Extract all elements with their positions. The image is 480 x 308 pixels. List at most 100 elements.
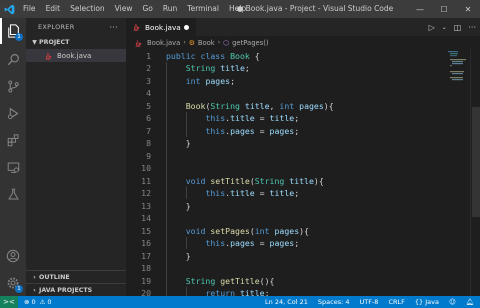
code-line[interactable]: 17 } bbox=[126, 250, 466, 263]
vscode-logo-icon bbox=[0, 0, 18, 18]
code-token: ; bbox=[230, 75, 236, 86]
code-line[interactable]: 13 } bbox=[126, 200, 466, 213]
code-token: } bbox=[166, 138, 191, 148]
code-line[interactable]: 15 void setPages(int pages){ bbox=[126, 225, 466, 238]
activity-bar: 1 1 bbox=[0, 18, 26, 296]
vertical-scrollbar[interactable] bbox=[470, 49, 480, 296]
code-token: (){ bbox=[259, 275, 275, 286]
editor-tab-bar: Book.java ▷ ⌄ ◫ ··· bbox=[126, 18, 480, 36]
explorer-title: EXPLORER bbox=[38, 23, 75, 31]
code-token: pages bbox=[299, 100, 324, 111]
encoding[interactable]: UTF-8 bbox=[359, 298, 378, 306]
minimap[interactable] bbox=[446, 49, 468, 296]
search-icon[interactable] bbox=[0, 46, 26, 72]
code-token: public bbox=[166, 50, 196, 61]
code-line[interactable]: 2 String title; bbox=[126, 62, 466, 75]
breadcrumb: Book.java › ⚙ Book › ⬡ getPages() bbox=[126, 36, 480, 49]
manage-gear-icon[interactable]: 1 bbox=[0, 270, 26, 296]
breadcrumb-class[interactable]: Book bbox=[198, 39, 215, 47]
code-line[interactable]: 3 int pages; bbox=[126, 75, 466, 88]
minimize-button[interactable]: — bbox=[408, 0, 432, 18]
code-line[interactable]: 7 this.pages = pages; bbox=[126, 125, 466, 138]
menu-help[interactable]: Help bbox=[224, 0, 251, 18]
remote-explorer-icon[interactable] bbox=[0, 154, 26, 180]
menu-go[interactable]: Go bbox=[137, 0, 157, 18]
feedback-icon[interactable]: ☺ bbox=[449, 298, 456, 306]
menu-selection[interactable]: Selection bbox=[65, 0, 110, 18]
more-actions-icon[interactable]: ··· bbox=[468, 23, 476, 32]
remote-indicator-icon[interactable]: >< bbox=[0, 296, 18, 308]
outline-section-header[interactable]: › OUTLINE bbox=[26, 270, 126, 283]
code-line[interactable]: 1 public class Book { bbox=[126, 50, 466, 63]
menu-file[interactable]: File bbox=[18, 0, 41, 18]
code-token: pages bbox=[269, 125, 295, 136]
code-line[interactable]: 6 this.title = title; bbox=[126, 112, 466, 125]
accounts-icon[interactable] bbox=[0, 243, 26, 269]
file-item-book-java[interactable]: Book.java bbox=[26, 49, 126, 62]
menu-run[interactable]: Run bbox=[158, 0, 182, 18]
tab-book-java[interactable]: Book.java bbox=[126, 18, 196, 36]
project-section-header[interactable]: ▼ PROJECT bbox=[26, 36, 126, 49]
code-line[interactable]: 16 this.pages = pages; bbox=[126, 237, 466, 250]
line-number: 11 bbox=[141, 175, 151, 186]
code-token: String bbox=[254, 175, 285, 186]
code-token: Book bbox=[185, 100, 206, 111]
notifications-bell-icon[interactable]: 🔔︎ bbox=[466, 298, 474, 306]
run-debug-icon[interactable] bbox=[0, 100, 26, 126]
breadcrumb-file[interactable]: Book.java bbox=[147, 39, 180, 47]
run-icon[interactable]: ▷ bbox=[429, 23, 435, 32]
code-line[interactable]: 18 bbox=[126, 262, 466, 275]
menu-terminal[interactable]: Terminal bbox=[182, 0, 224, 18]
extensions-icon[interactable] bbox=[0, 127, 26, 153]
java-projects-label: JAVA PROJECTS bbox=[39, 286, 93, 294]
explorer-icon[interactable]: 1 bbox=[0, 18, 26, 44]
code-token: title bbox=[230, 113, 255, 123]
breadcrumb-method[interactable]: getPages() bbox=[232, 39, 268, 47]
indentation[interactable]: Spaces: 4 bbox=[318, 298, 350, 306]
code-editor[interactable]: 1 public class Book {2 String title; 3 int… bbox=[126, 49, 480, 296]
testing-icon[interactable] bbox=[0, 181, 26, 207]
code-line[interactable]: 8 } bbox=[126, 137, 466, 150]
line-number: 19 bbox=[141, 275, 151, 286]
code-line[interactable]: 9 bbox=[126, 150, 466, 163]
file-label: Book.java bbox=[57, 51, 92, 60]
java-projects-section-header[interactable]: › JAVA PROJECTS bbox=[26, 283, 126, 296]
line-number: 12 bbox=[141, 188, 151, 198]
maximize-button[interactable]: ☐ bbox=[432, 0, 456, 18]
status-bar: >< ⊗ 0 ⚠ 0 Ln 24, Col 21 Spaces: 4 UTF-8… bbox=[0, 296, 480, 308]
more-actions-icon[interactable]: ··· bbox=[109, 23, 118, 32]
code-token: int bbox=[254, 225, 270, 236]
line-ending[interactable]: CRLF bbox=[388, 298, 404, 306]
run-dropdown-icon[interactable]: ⌄ bbox=[442, 24, 447, 31]
code-text: } bbox=[166, 200, 191, 213]
scrollbar-thumb[interactable] bbox=[472, 107, 480, 217]
code-token: ; bbox=[294, 188, 300, 198]
problems-indicator[interactable]: ⊗ 0 ⚠ 0 bbox=[18, 298, 52, 306]
code-text: return title; bbox=[166, 287, 269, 296]
close-button[interactable]: ✕ bbox=[456, 0, 480, 18]
code-token: = bbox=[254, 238, 270, 248]
code-line[interactable]: 4 bbox=[126, 87, 466, 100]
cursor-position[interactable]: Ln 24, Col 21 bbox=[265, 298, 308, 306]
code-line[interactable]: 20 return title; bbox=[126, 287, 466, 296]
source-control-icon[interactable] bbox=[0, 73, 26, 99]
code-token: pages bbox=[269, 238, 295, 248]
code-token: title bbox=[269, 113, 295, 123]
code-line[interactable]: 10 bbox=[126, 162, 466, 175]
code-text: this.pages = pages; bbox=[166, 237, 299, 250]
tab-label: Book.java bbox=[145, 22, 181, 32]
code-token: } bbox=[166, 250, 191, 261]
code-line[interactable]: 19 String getTitle(){ bbox=[126, 275, 466, 288]
menu-view[interactable]: View bbox=[110, 0, 138, 18]
language-mode[interactable]: {} Java bbox=[415, 298, 439, 306]
menu-edit[interactable]: Edit bbox=[41, 0, 66, 18]
line-number: 16 bbox=[141, 238, 151, 248]
code-token: title bbox=[244, 100, 270, 111]
code-line[interactable]: 12 this.title = title; bbox=[126, 187, 466, 200]
split-editor-icon[interactable]: ◫ bbox=[454, 23, 462, 32]
unsaved-dot-icon[interactable] bbox=[184, 25, 189, 30]
code-line[interactable]: 5 Book(String title, int pages){ bbox=[126, 100, 466, 113]
code-line[interactable]: 14 bbox=[126, 212, 466, 225]
code-line[interactable]: 11 void setTitle(String title){ bbox=[126, 175, 466, 188]
